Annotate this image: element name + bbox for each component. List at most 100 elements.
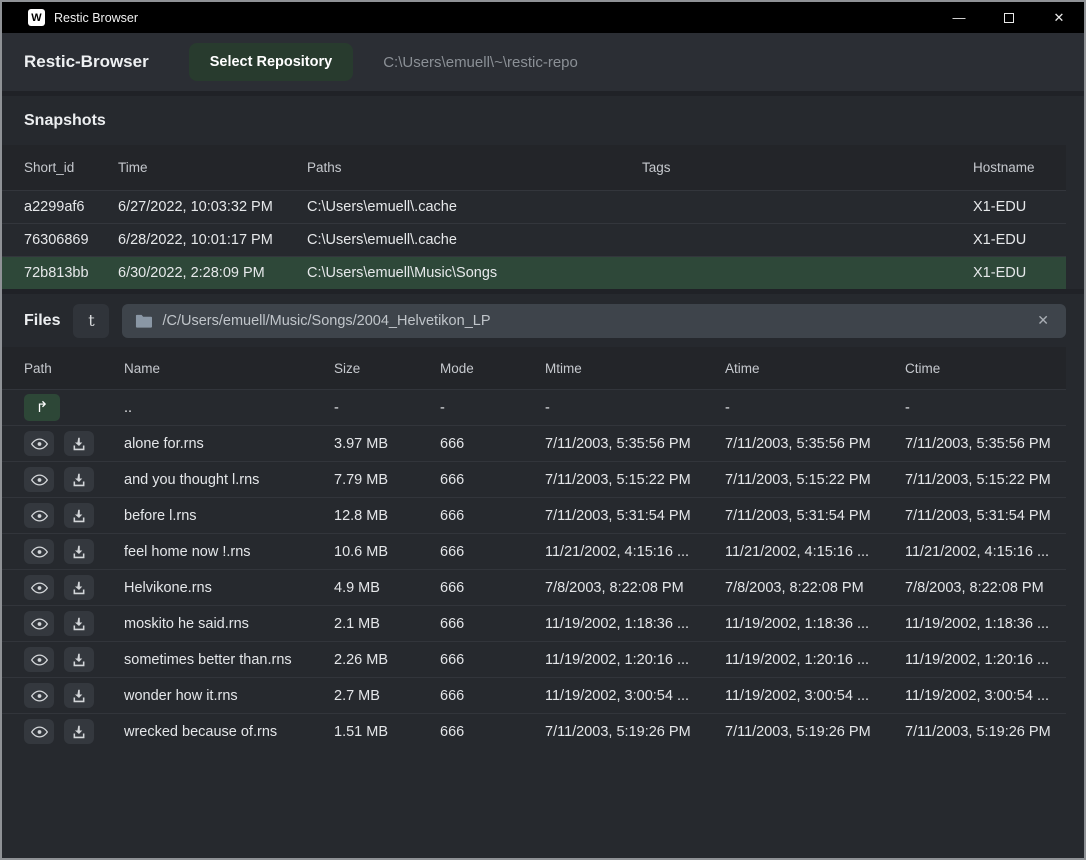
maximize-icon bbox=[1004, 13, 1014, 23]
file-name: Helvikone.rns bbox=[124, 580, 334, 596]
download-file-button[interactable] bbox=[64, 719, 94, 744]
column-short-id: Short_id bbox=[24, 160, 118, 175]
download-icon bbox=[72, 509, 86, 523]
download-file-button[interactable] bbox=[64, 503, 94, 528]
current-path: /C/Users/emuell/Music/Songs/2004_Helveti… bbox=[162, 313, 1023, 329]
snapshot-time: 6/27/2022, 10:03:32 PM bbox=[118, 199, 307, 215]
app-header: Restic-Browser Select Repository C:\User… bbox=[2, 33, 1084, 91]
preview-file-button[interactable] bbox=[24, 431, 54, 456]
preview-file-button[interactable] bbox=[24, 503, 54, 528]
download-icon bbox=[72, 437, 86, 451]
parent-directory-row[interactable]: ↱ .. - - - - - bbox=[2, 389, 1066, 425]
file-size: 10.6 MB bbox=[334, 544, 440, 560]
select-repository-button[interactable]: Select Repository bbox=[189, 43, 354, 81]
clear-path-button[interactable]: ✕ bbox=[1033, 310, 1053, 331]
file-mtime: 7/11/2003, 5:35:56 PM bbox=[545, 436, 725, 452]
file-mtime: 7/11/2003, 5:15:22 PM bbox=[545, 472, 725, 488]
download-file-button[interactable] bbox=[64, 431, 94, 456]
file-mtime: 7/11/2003, 5:19:26 PM bbox=[545, 724, 725, 740]
column-atime: Atime bbox=[725, 361, 905, 376]
file-row[interactable]: moskito he said.rns 2.1 MB 666 11/19/200… bbox=[2, 605, 1066, 641]
app-window: W Restic Browser — ✕ Restic-Browser Sele… bbox=[0, 0, 1086, 860]
snapshot-row[interactable]: a2299af6 6/27/2022, 10:03:32 PM C:\Users… bbox=[2, 190, 1066, 223]
download-file-button[interactable] bbox=[64, 647, 94, 672]
current-path-bar[interactable]: /C/Users/emuell/Music/Songs/2004_Helveti… bbox=[122, 304, 1066, 338]
file-ctime: - bbox=[905, 400, 1066, 416]
snapshot-row[interactable]: 72b813bb 6/30/2022, 2:28:09 PM C:\Users\… bbox=[2, 256, 1066, 289]
file-mode: 666 bbox=[440, 724, 545, 740]
titlebar[interactable]: W Restic Browser — ✕ bbox=[2, 2, 1084, 33]
close-button[interactable]: ✕ bbox=[1034, 2, 1084, 33]
download-file-button[interactable] bbox=[64, 683, 94, 708]
file-row[interactable]: and you thought l.rns 7.79 MB 666 7/11/2… bbox=[2, 461, 1066, 497]
file-row[interactable]: wonder how it.rns 2.7 MB 666 11/19/2002,… bbox=[2, 677, 1066, 713]
file-mode: 666 bbox=[440, 472, 545, 488]
file-mtime: 11/19/2002, 3:00:54 ... bbox=[545, 688, 725, 704]
download-file-button[interactable] bbox=[64, 539, 94, 564]
file-atime: 7/8/2003, 8:22:08 PM bbox=[725, 580, 905, 596]
column-mode: Mode bbox=[440, 361, 545, 376]
file-ctime: 7/11/2003, 5:19:26 PM bbox=[905, 724, 1066, 740]
file-mode: - bbox=[440, 400, 545, 416]
preview-file-button[interactable] bbox=[24, 539, 54, 564]
snapshot-hostname: X1-EDU bbox=[973, 232, 1066, 248]
download-icon bbox=[72, 689, 86, 703]
file-row[interactable]: wrecked because of.rns 1.51 MB 666 7/11/… bbox=[2, 713, 1066, 749]
dump-snapshot-button[interactable]: t bbox=[73, 304, 109, 338]
preview-file-button[interactable] bbox=[24, 467, 54, 492]
snapshot-row[interactable]: 76306869 6/28/2022, 10:01:17 PM C:\Users… bbox=[2, 223, 1066, 256]
files-table-body: alone for.rns 3.97 MB 666 7/11/2003, 5:3… bbox=[2, 425, 1084, 749]
download-icon bbox=[72, 725, 86, 739]
file-size: 7.79 MB bbox=[334, 472, 440, 488]
preview-file-button[interactable] bbox=[24, 611, 54, 636]
file-size: 3.97 MB bbox=[334, 436, 440, 452]
download-file-button[interactable] bbox=[64, 575, 94, 600]
column-tags: Tags bbox=[642, 160, 973, 175]
file-mode: 666 bbox=[440, 436, 545, 452]
eye-icon bbox=[31, 546, 48, 558]
preview-file-button[interactable] bbox=[24, 683, 54, 708]
maximize-button[interactable] bbox=[984, 2, 1034, 33]
file-row[interactable]: before l.rns 12.8 MB 666 7/11/2003, 5:31… bbox=[2, 497, 1066, 533]
file-mode: 666 bbox=[440, 688, 545, 704]
file-name: alone for.rns bbox=[124, 436, 334, 452]
snapshot-hostname: X1-EDU bbox=[973, 265, 1066, 281]
file-atime: 7/11/2003, 5:19:26 PM bbox=[725, 724, 905, 740]
file-row[interactable]: sometimes better than.rns 2.26 MB 666 11… bbox=[2, 641, 1066, 677]
file-row[interactable]: feel home now !.rns 10.6 MB 666 11/21/20… bbox=[2, 533, 1066, 569]
download-file-button[interactable] bbox=[64, 467, 94, 492]
app-logo-icon: W bbox=[28, 9, 45, 26]
download-icon bbox=[72, 617, 86, 631]
file-row[interactable]: Helvikone.rns 4.9 MB 666 7/8/2003, 8:22:… bbox=[2, 569, 1066, 605]
snapshot-short-id: a2299af6 bbox=[24, 199, 118, 215]
column-mtime: Mtime bbox=[545, 361, 725, 376]
file-ctime: 7/11/2003, 5:31:54 PM bbox=[905, 508, 1066, 524]
download-file-button[interactable] bbox=[64, 611, 94, 636]
preview-file-button[interactable] bbox=[24, 647, 54, 672]
preview-file-button[interactable] bbox=[24, 575, 54, 600]
column-ctime: Ctime bbox=[905, 361, 1066, 376]
folder-icon bbox=[135, 314, 152, 328]
column-hostname: Hostname bbox=[973, 160, 1066, 175]
snapshot-time: 6/30/2022, 2:28:09 PM bbox=[118, 265, 307, 281]
file-mtime: 7/8/2003, 8:22:08 PM bbox=[545, 580, 725, 596]
download-icon bbox=[72, 473, 86, 487]
file-row[interactable]: alone for.rns 3.97 MB 666 7/11/2003, 5:3… bbox=[2, 425, 1066, 461]
column-time: Time bbox=[118, 160, 307, 175]
file-name: before l.rns bbox=[124, 508, 334, 524]
snapshot-hostname: X1-EDU bbox=[973, 199, 1066, 215]
eye-icon bbox=[31, 618, 48, 630]
files-table-header: Path Name Size Mode Mtime Atime Ctime bbox=[2, 347, 1066, 389]
file-size: 2.1 MB bbox=[334, 616, 440, 632]
eye-icon bbox=[31, 438, 48, 450]
minimize-button[interactable]: — bbox=[934, 2, 984, 33]
snapshot-paths: C:\Users\emuell\.cache bbox=[307, 199, 642, 215]
snapshots-heading: Snapshots bbox=[2, 96, 1084, 145]
file-atime: 7/11/2003, 5:35:56 PM bbox=[725, 436, 905, 452]
up-directory-button[interactable]: ↱ bbox=[24, 394, 60, 421]
preview-file-button[interactable] bbox=[24, 719, 54, 744]
files-heading: Files bbox=[24, 312, 60, 330]
file-ctime: 11/19/2002, 1:20:16 ... bbox=[905, 652, 1066, 668]
file-mode: 666 bbox=[440, 616, 545, 632]
repository-path: C:\Users\emuell\~\restic-repo bbox=[383, 54, 578, 71]
